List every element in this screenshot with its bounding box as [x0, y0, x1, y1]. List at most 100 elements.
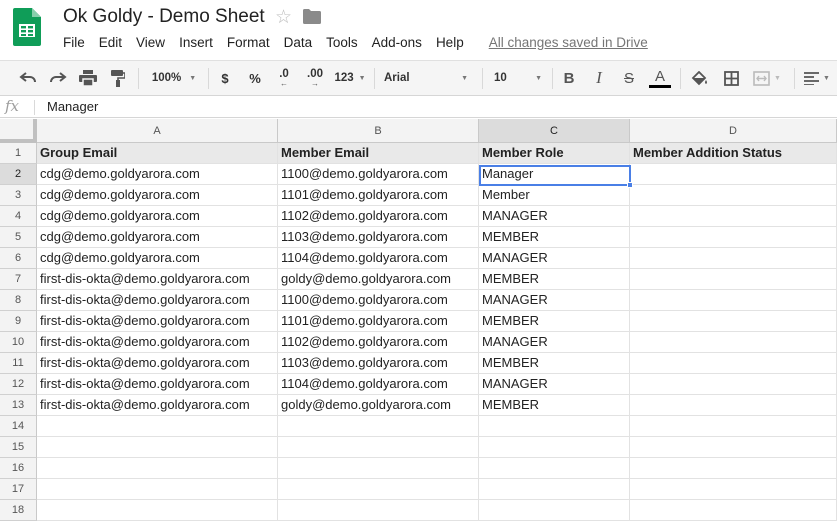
cell-d15[interactable]: [630, 437, 837, 458]
percent-format-button[interactable]: %: [244, 61, 266, 95]
star-icon[interactable]: ☆: [275, 6, 292, 29]
menu-view[interactable]: View: [136, 35, 165, 50]
menu-format[interactable]: Format: [227, 35, 270, 50]
cell-d12[interactable]: [630, 374, 837, 395]
header-cell-b[interactable]: Member Email: [278, 143, 479, 164]
text-color-button[interactable]: A: [648, 61, 672, 95]
menu-help[interactable]: Help: [436, 35, 464, 50]
formula-input[interactable]: Manager: [47, 99, 98, 114]
borders-button[interactable]: [720, 61, 742, 95]
row-header-12[interactable]: 12: [0, 374, 37, 395]
cell-b7[interactable]: goldy@demo.goldyarora.com: [278, 269, 479, 290]
cell-d10[interactable]: [630, 332, 837, 353]
cell-c9[interactable]: MEMBER: [479, 311, 630, 332]
row-header-2[interactable]: 2: [0, 164, 37, 185]
cell-b11[interactable]: 1103@demo.goldyarora.com: [278, 353, 479, 374]
column-header-d[interactable]: D: [630, 119, 837, 143]
merge-cells-button[interactable]: ▼: [750, 61, 784, 95]
cell-c16[interactable]: [479, 458, 630, 479]
cell-b16[interactable]: [278, 458, 479, 479]
cell-b8[interactable]: 1100@demo.goldyarora.com: [278, 290, 479, 311]
cell-b18[interactable]: [278, 500, 479, 521]
column-header-a[interactable]: A: [37, 119, 278, 143]
cell-a15[interactable]: [37, 437, 278, 458]
cell-b10[interactable]: 1102@demo.goldyarora.com: [278, 332, 479, 353]
select-all-corner[interactable]: [0, 119, 37, 143]
cell-c12[interactable]: MANAGER: [479, 374, 630, 395]
cell-a5[interactable]: cdg@demo.goldyarora.com: [37, 227, 278, 248]
cell-d7[interactable]: [630, 269, 837, 290]
row-header-7[interactable]: 7: [0, 269, 37, 290]
menu-edit[interactable]: Edit: [99, 35, 122, 50]
cell-d4[interactable]: [630, 206, 837, 227]
cell-d6[interactable]: [630, 248, 837, 269]
row-header-11[interactable]: 11: [0, 353, 37, 374]
row-header-16[interactable]: 16: [0, 458, 37, 479]
increase-decimals-button[interactable]: .00 →: [302, 61, 328, 95]
header-cell-c[interactable]: Member Role: [479, 143, 630, 164]
menu-data[interactable]: Data: [284, 35, 313, 50]
cell-b2[interactable]: 1100@demo.goldyarora.com: [278, 164, 479, 185]
align-button[interactable]: ▼: [800, 61, 834, 95]
row-header-8[interactable]: 8: [0, 290, 37, 311]
cell-a6[interactable]: cdg@demo.goldyarora.com: [37, 248, 278, 269]
cell-c6[interactable]: MANAGER: [479, 248, 630, 269]
folder-icon[interactable]: [303, 9, 321, 24]
cell-a17[interactable]: [37, 479, 278, 500]
cell-c15[interactable]: [479, 437, 630, 458]
cell-d17[interactable]: [630, 479, 837, 500]
saved-status-link[interactable]: All changes saved in Drive: [489, 35, 648, 50]
cell-a3[interactable]: cdg@demo.goldyarora.com: [37, 185, 278, 206]
strikethrough-button[interactable]: S: [618, 61, 640, 95]
currency-format-button[interactable]: $: [214, 61, 236, 95]
menu-file[interactable]: File: [63, 35, 85, 50]
row-header-17[interactable]: 17: [0, 479, 37, 500]
cell-b12[interactable]: 1104@demo.goldyarora.com: [278, 374, 479, 395]
column-header-c[interactable]: C: [479, 119, 630, 143]
cell-b4[interactable]: 1102@demo.goldyarora.com: [278, 206, 479, 227]
header-cell-a[interactable]: Group Email: [37, 143, 278, 164]
more-formats-select[interactable]: 123 ▼: [332, 61, 368, 95]
print-button[interactable]: [74, 61, 102, 95]
sheets-logo-icon[interactable]: [13, 8, 41, 46]
cell-c2[interactable]: Manager: [479, 164, 630, 185]
row-header-14[interactable]: 14: [0, 416, 37, 437]
header-cell-d[interactable]: Member Addition Status: [630, 143, 837, 164]
document-title[interactable]: Ok Goldy - Demo Sheet: [63, 6, 265, 28]
cell-c7[interactable]: MEMBER: [479, 269, 630, 290]
cell-d2[interactable]: [630, 164, 837, 185]
row-header-10[interactable]: 10: [0, 332, 37, 353]
cell-b5[interactable]: 1103@demo.goldyarora.com: [278, 227, 479, 248]
fill-color-button[interactable]: [688, 61, 710, 95]
cell-c13[interactable]: MEMBER: [479, 395, 630, 416]
cell-a12[interactable]: first-dis-okta@demo.goldyarora.com: [37, 374, 278, 395]
cell-c4[interactable]: MANAGER: [479, 206, 630, 227]
row-header-6[interactable]: 6: [0, 248, 37, 269]
cell-c10[interactable]: MANAGER: [479, 332, 630, 353]
cell-a11[interactable]: first-dis-okta@demo.goldyarora.com: [37, 353, 278, 374]
cell-c17[interactable]: [479, 479, 630, 500]
cell-a10[interactable]: first-dis-okta@demo.goldyarora.com: [37, 332, 278, 353]
cell-b15[interactable]: [278, 437, 479, 458]
row-header-13[interactable]: 13: [0, 395, 37, 416]
cell-d5[interactable]: [630, 227, 837, 248]
italic-button[interactable]: I: [588, 61, 610, 95]
cell-d8[interactable]: [630, 290, 837, 311]
cell-d13[interactable]: [630, 395, 837, 416]
cell-d14[interactable]: [630, 416, 837, 437]
cell-a8[interactable]: first-dis-okta@demo.goldyarora.com: [37, 290, 278, 311]
cell-d9[interactable]: [630, 311, 837, 332]
undo-button[interactable]: [14, 61, 42, 95]
cell-b9[interactable]: 1101@demo.goldyarora.com: [278, 311, 479, 332]
cell-c8[interactable]: MANAGER: [479, 290, 630, 311]
row-header-4[interactable]: 4: [0, 206, 37, 227]
menu-tools[interactable]: Tools: [326, 35, 358, 50]
cell-b13[interactable]: goldy@demo.goldyarora.com: [278, 395, 479, 416]
row-header-18[interactable]: 18: [0, 500, 37, 521]
paint-format-button[interactable]: [104, 61, 132, 95]
cell-a18[interactable]: [37, 500, 278, 521]
cell-d18[interactable]: [630, 500, 837, 521]
row-header-1[interactable]: 1: [0, 143, 37, 164]
cell-c14[interactable]: [479, 416, 630, 437]
row-header-15[interactable]: 15: [0, 437, 37, 458]
